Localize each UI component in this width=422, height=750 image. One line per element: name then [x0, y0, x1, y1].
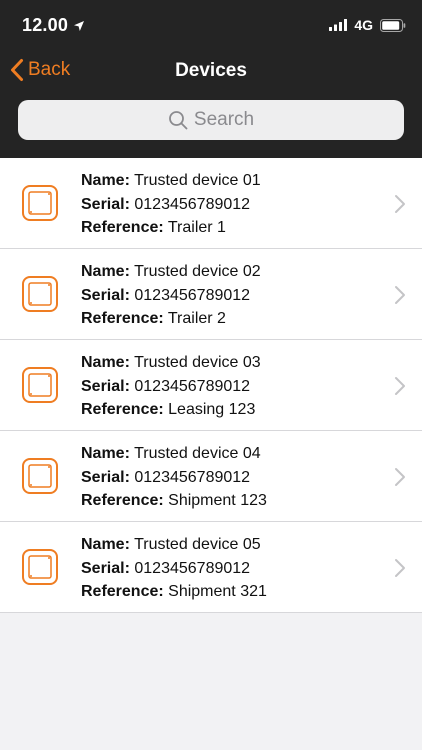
status-indicators: 4G: [329, 17, 406, 33]
page-title: Devices: [175, 60, 247, 81]
device-row[interactable]: Name: Trusted device 03 Serial: 01234567…: [0, 340, 422, 431]
device-details: Name: Trusted device 04 Serial: 01234567…: [81, 442, 267, 513]
search-placeholder: Search: [193, 109, 255, 130]
search-icon: [168, 111, 188, 130]
chevron-right-icon: [395, 377, 405, 395]
device-icon: [22, 185, 58, 221]
battery-icon: [380, 18, 406, 32]
device-name-line: Name: Trusted device 05: [81, 533, 267, 557]
serial-label: Serial:: [81, 468, 130, 486]
name-label: Name:: [81, 445, 130, 462]
device-reference: Shipment 321: [168, 583, 267, 600]
status-time-group: 12.00: [22, 15, 85, 36]
device-details: Name: Trusted device 05 Serial: 01234567…: [81, 533, 267, 604]
device-reference-line: Reference: Leasing 123: [81, 398, 261, 422]
serial-label: Serial:: [81, 195, 130, 213]
location-arrow-icon: [74, 20, 85, 31]
status-time: 12.00: [22, 15, 69, 35]
name-label: Name:: [81, 172, 130, 189]
device-name-line: Name: Trusted device 02: [81, 260, 261, 284]
device-reference-line: Reference: Shipment 123: [81, 489, 267, 513]
device-row[interactable]: Name: Trusted device 05 Serial: 01234567…: [0, 522, 422, 613]
device-icon: [22, 549, 58, 585]
signal-icon: [329, 19, 348, 31]
device-serial: 0123456789012: [134, 468, 251, 486]
device-name-line: Name: Trusted device 03: [81, 351, 261, 375]
device-serial-line: Serial: 0123456789012: [81, 375, 261, 399]
device-reference: Shipment 123: [168, 492, 267, 509]
reference-label: Reference:: [81, 583, 164, 600]
reference-label: Reference:: [81, 310, 164, 327]
device-details: Name: Trusted device 03 Serial: 01234567…: [81, 351, 261, 422]
device-reference-line: Reference: Shipment 321: [81, 580, 267, 604]
device-reference: Trailer 2: [167, 310, 226, 327]
device-name: Trusted device 05: [134, 536, 261, 553]
device-row[interactable]: Name: Trusted device 04 Serial: 01234567…: [0, 431, 422, 522]
device-name: Trusted device 03: [134, 354, 261, 371]
device-reference-line: Reference: Trailer 2: [81, 307, 261, 331]
top-bar: 12.00 4G Back Devices Search: [0, 0, 422, 158]
network-type: 4G: [354, 17, 373, 33]
device-serial: 0123456789012: [134, 195, 251, 213]
reference-label: Reference:: [81, 492, 164, 509]
device-serial-line: Serial: 0123456789012: [81, 193, 261, 217]
navigation-bar: Back Devices: [0, 50, 422, 94]
name-label: Name:: [81, 536, 130, 553]
device-list: Name: Trusted device 01 Serial: 01234567…: [0, 158, 422, 613]
search-input[interactable]: Search: [18, 100, 404, 140]
device-row[interactable]: Name: Trusted device 01 Serial: 01234567…: [0, 158, 422, 249]
device-name-line: Name: Trusted device 04: [81, 442, 267, 466]
device-serial-line: Serial: 0123456789012: [81, 466, 267, 490]
device-reference-line: Reference: Trailer 1: [81, 216, 261, 240]
device-name: Trusted device 01: [134, 172, 261, 189]
device-name: Trusted device 02: [134, 263, 261, 280]
device-details: Name: Trusted device 01 Serial: 01234567…: [81, 169, 261, 240]
device-serial-line: Serial: 0123456789012: [81, 557, 267, 581]
device-name-line: Name: Trusted device 01: [81, 169, 261, 193]
device-icon: [22, 367, 58, 403]
name-label: Name:: [81, 263, 130, 280]
device-reference: Trailer 1: [167, 219, 226, 236]
device-icon: [22, 458, 58, 494]
chevron-right-icon: [395, 286, 405, 304]
chevron-right-icon: [395, 468, 405, 486]
status-bar: 12.00 4G: [0, 0, 422, 50]
device-name: Trusted device 04: [134, 445, 261, 462]
serial-label: Serial:: [81, 377, 130, 395]
device-serial: 0123456789012: [134, 377, 251, 395]
serial-label: Serial:: [81, 559, 130, 577]
reference-label: Reference:: [81, 401, 164, 418]
device-serial-line: Serial: 0123456789012: [81, 284, 261, 308]
device-serial: 0123456789012: [134, 286, 251, 304]
chevron-right-icon: [395, 559, 405, 577]
name-label: Name:: [81, 354, 130, 371]
device-row[interactable]: Name: Trusted device 02 Serial: 01234567…: [0, 249, 422, 340]
device-reference: Leasing 123: [168, 401, 256, 418]
chevron-right-icon: [395, 195, 405, 213]
device-icon: [22, 276, 58, 312]
reference-label: Reference:: [81, 219, 164, 236]
device-serial: 0123456789012: [134, 559, 251, 577]
device-details: Name: Trusted device 02 Serial: 01234567…: [81, 260, 261, 331]
serial-label: Serial:: [81, 286, 130, 304]
